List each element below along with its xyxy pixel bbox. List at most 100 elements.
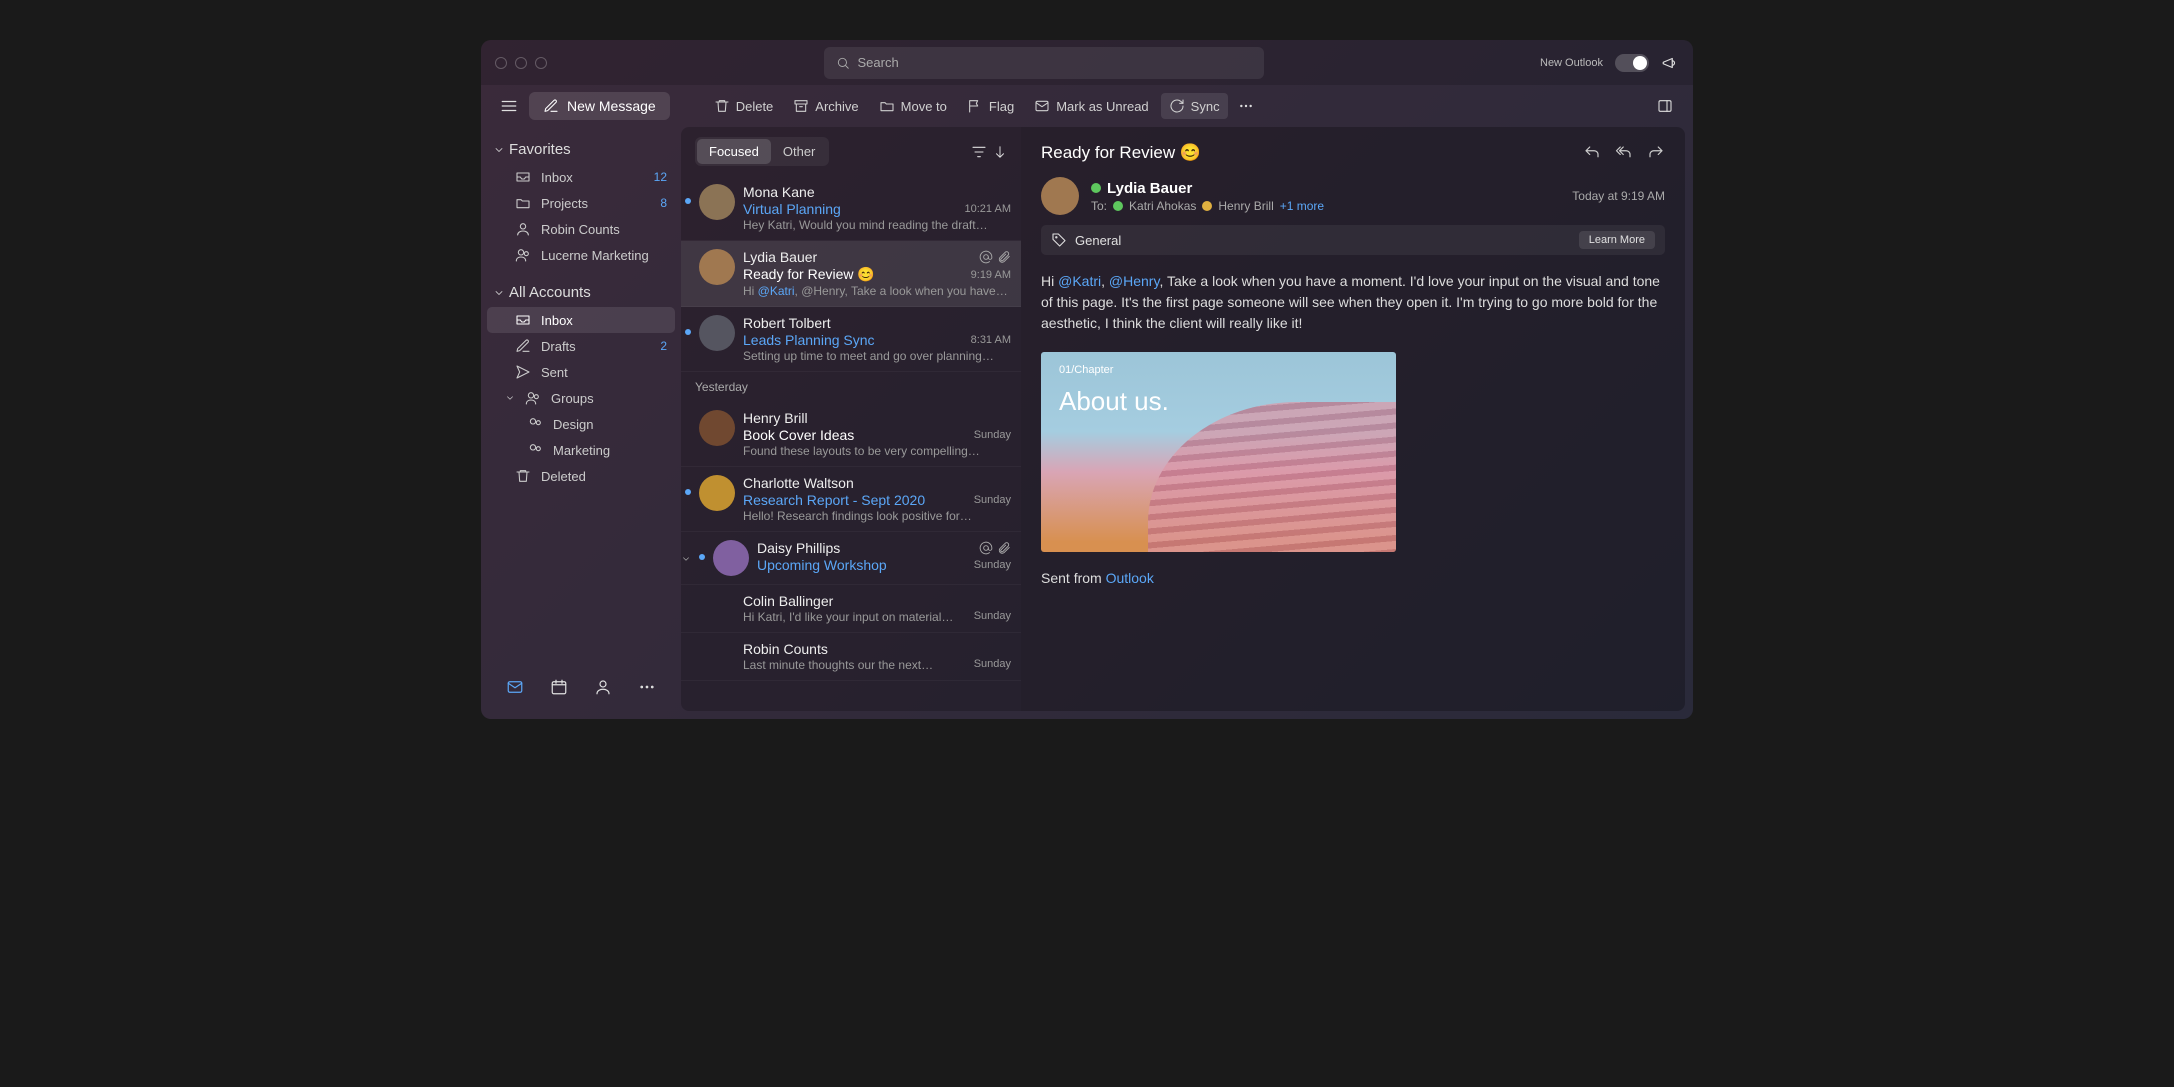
filter-icon[interactable] (971, 144, 987, 160)
inbox-tabs: Focused Other (695, 137, 829, 166)
panel-toggle-button[interactable] (1651, 92, 1679, 120)
message-sender: Mona Kane (743, 184, 815, 200)
message-preview: Found these layouts to be very compellin… (743, 444, 1011, 458)
sender-avatar[interactable] (1041, 177, 1079, 215)
message-row[interactable]: Colin BallingerHi Katri, I'd like your i… (681, 585, 1021, 633)
avatar[interactable] (699, 410, 735, 446)
mark-unread-button[interactable]: Mark as Unread (1026, 93, 1156, 119)
message-row[interactable]: Henry BrillBook Cover IdeasSundayFound t… (681, 402, 1021, 467)
more-actions-button[interactable] (1232, 92, 1260, 120)
message-row[interactable]: Daisy PhillipsUpcoming WorkshopSunday (681, 532, 1021, 585)
avatar[interactable] (699, 315, 735, 351)
email-attachment-image[interactable]: 01/Chapter About us. (1041, 352, 1396, 552)
tag-icon (1051, 232, 1067, 248)
tab-other[interactable]: Other (771, 139, 828, 164)
people-icon (527, 442, 543, 458)
message-row[interactable]: Charlotte WaltsonResearch Report - Sept … (681, 467, 1021, 532)
presence-icon (1091, 183, 1101, 193)
signature-link[interactable]: Outlook (1106, 570, 1154, 586)
person-icon (594, 678, 612, 696)
avatar[interactable] (713, 540, 749, 576)
message-sender: Charlotte Waltson (743, 475, 854, 491)
archive-button[interactable]: Archive (785, 93, 866, 119)
mention[interactable]: @Katri (1058, 273, 1101, 289)
message-time: 9:19 AM (971, 269, 1011, 281)
mention[interactable]: @Henry (1109, 273, 1160, 289)
mention-icon (979, 250, 993, 264)
search-input[interactable]: Search (824, 47, 1264, 79)
message-preview: Hello! Research findings look positive f… (743, 509, 1011, 523)
forward-icon[interactable] (1647, 144, 1665, 162)
sidebar-item-projects[interactable]: Projects 8 (487, 190, 675, 216)
message-time: 8:31 AM (971, 334, 1011, 346)
message-row[interactable]: Robert TolbertLeads Planning Sync8:31 AM… (681, 307, 1021, 372)
message-row[interactable]: Robin CountsLast minute thoughts our the… (681, 633, 1021, 681)
category-label: General (1075, 233, 1121, 248)
flag-button[interactable]: Flag (959, 93, 1022, 119)
message-time: Sunday (974, 559, 1011, 571)
new-outlook-toggle[interactable] (1615, 54, 1649, 72)
sidebar-item-inbox-all[interactable]: Inbox (487, 307, 675, 333)
more-apps-button[interactable] (635, 673, 659, 701)
sync-button[interactable]: Sync (1161, 93, 1228, 119)
traffic-lights (495, 57, 547, 69)
all-accounts-section[interactable]: All Accounts (487, 278, 675, 307)
reply-all-icon[interactable] (1615, 144, 1633, 162)
message-sender: Lydia Bauer (743, 249, 817, 265)
sidebar-item-design[interactable]: Design (487, 411, 675, 437)
message-sender: Daisy Phillips (757, 540, 840, 556)
email-timestamp: Today at 9:19 AM (1572, 189, 1665, 203)
tab-focused[interactable]: Focused (697, 139, 771, 164)
people-view-button[interactable] (591, 673, 615, 701)
message-time: Sunday (974, 494, 1011, 506)
message-rows: Mona KaneVirtual Planning10:21 AMHey Kat… (681, 176, 1021, 681)
move-to-button[interactable]: Move to (871, 93, 955, 119)
image-chapter-label: 01/Chapter (1059, 364, 1113, 376)
image-title-label: About us. (1059, 386, 1169, 417)
minimize-window-button[interactable] (515, 57, 527, 69)
avatar[interactable] (699, 249, 735, 285)
sidebar-item-group[interactable]: Lucerne Marketing (487, 242, 675, 268)
message-row[interactable]: Lydia BauerReady for Review 😊9:19 AMHi @… (681, 241, 1021, 307)
sidebar-item-deleted[interactable]: Deleted (487, 463, 675, 489)
titlebar-right: New Outlook (1540, 54, 1679, 72)
attachment-icon (997, 541, 1011, 555)
favorites-section[interactable]: Favorites (487, 135, 675, 164)
sidebar-item-marketing[interactable]: Marketing (487, 437, 675, 463)
hamburger-icon (500, 97, 518, 115)
learn-more-button[interactable]: Learn More (1579, 231, 1655, 249)
message-row[interactable]: Mona KaneVirtual Planning10:21 AMHey Kat… (681, 176, 1021, 241)
reply-icon[interactable] (1583, 144, 1601, 162)
close-window-button[interactable] (495, 57, 507, 69)
sidebar-item-sent[interactable]: Sent (487, 359, 675, 385)
avatar[interactable] (699, 475, 735, 511)
expand-chevron-icon[interactable] (681, 552, 691, 567)
sidebar-item-inbox[interactable]: Inbox 12 (487, 164, 675, 190)
avatar[interactable] (699, 184, 735, 220)
reading-from: Lydia Bauer To: Katri Ahokas Henry Brill… (1041, 177, 1665, 215)
more-recipients[interactable]: +1 more (1280, 199, 1324, 213)
folder-icon (879, 98, 895, 114)
hamburger-menu-button[interactable] (495, 92, 523, 120)
message-time: Sunday (974, 429, 1011, 441)
delete-button[interactable]: Delete (706, 93, 782, 119)
message-time: 10:21 AM (965, 203, 1011, 215)
mail-view-button[interactable] (503, 673, 527, 701)
sidebar-item-drafts[interactable]: Drafts 2 (487, 333, 675, 359)
reading-pane: Ready for Review 😊 Lydia Bauer To: (1021, 127, 1685, 711)
calendar-view-button[interactable] (547, 673, 571, 701)
maximize-window-button[interactable] (535, 57, 547, 69)
megaphone-icon[interactable] (1661, 54, 1679, 72)
send-icon (515, 364, 531, 380)
new-message-button[interactable]: New Message (529, 92, 670, 120)
from-name: Lydia Bauer (1091, 180, 1560, 197)
draft-icon (515, 338, 531, 354)
sort-icon[interactable] (993, 144, 1007, 160)
message-preview: Hey Katri, Would you mind reading the dr… (743, 218, 1011, 232)
message-subject: Virtual Planning10:21 AM (743, 201, 1011, 217)
new-outlook-label: New Outlook (1540, 57, 1603, 69)
sidebar-item-person[interactable]: Robin Counts (487, 216, 675, 242)
email-body: Hi @Katri, @Henry, Take a look when you … (1041, 271, 1665, 334)
mail-icon (506, 678, 524, 696)
sidebar-item-groups[interactable]: Groups (487, 385, 675, 411)
